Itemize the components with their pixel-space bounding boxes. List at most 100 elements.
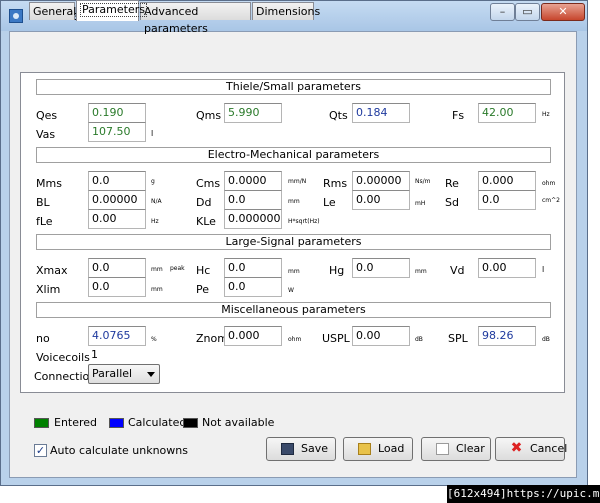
section-miscellaneous: Miscellaneous parameters — [36, 302, 551, 318]
tab-parameters[interactable]: Parameters — [76, 0, 147, 21]
xlim-unit: mm — [151, 286, 163, 293]
pe-label: Pe — [196, 283, 210, 296]
chevron-down-icon — [147, 372, 155, 377]
xmax-unit: mm — [151, 266, 163, 273]
calculated-legend-swatch — [109, 418, 124, 428]
qms-label: Qms — [196, 109, 222, 122]
rms-label: Rms — [323, 177, 348, 190]
xmax-peak-unit: peak — [170, 265, 185, 272]
xlim-label: Xlim — [36, 283, 61, 296]
sd-field[interactable]: 0.0 — [478, 190, 536, 210]
vd-field[interactable]: 0.00 — [478, 258, 536, 278]
mms-field[interactable]: 0.0 — [88, 171, 146, 191]
pe-unit: W — [288, 287, 294, 294]
minimize-button[interactable]: – — [490, 3, 515, 21]
load-button[interactable]: Load — [343, 437, 413, 461]
cms-label: Cms — [196, 177, 221, 190]
cms-unit: mm/N — [288, 178, 307, 185]
vas-label: Vas — [36, 128, 56, 141]
auto-calculate-label[interactable]: Auto calculate unknowns — [50, 444, 188, 457]
tab-dimensions-label: Dimensions — [256, 5, 321, 18]
tab-dimensions[interactable]: Dimensions — [252, 2, 320, 20]
cms-field[interactable]: 0.0000 — [224, 171, 282, 191]
mms-unit: g — [151, 178, 155, 185]
close-button[interactable]: ✕ — [541, 3, 585, 21]
xmax-field[interactable]: 0.0 — [88, 258, 146, 278]
qts-field[interactable]: 0.184 — [352, 103, 410, 123]
hc-unit: mm — [288, 268, 300, 275]
qes-label: Qes — [36, 109, 58, 122]
red-x-icon: ✖ — [510, 440, 523, 456]
hg-label: Hg — [329, 264, 345, 277]
kle-unit: H*sqrt(Hz) — [288, 218, 320, 225]
section-electro-mechanical: Electro-Mechanical parameters — [36, 147, 551, 163]
re-label: Re — [445, 177, 459, 190]
fs-label: Fs — [452, 109, 465, 122]
floppy-disk-icon — [281, 443, 294, 455]
znom-field[interactable]: 0.000 — [224, 326, 282, 346]
cancel-button[interactable]: ✖ Cancel — [495, 437, 567, 461]
uspl-label: USPL — [322, 332, 350, 345]
hc-field[interactable]: 0.0 — [224, 258, 282, 278]
vas-field[interactable]: 107.50 — [88, 122, 146, 142]
dd-field[interactable]: 0.0 — [224, 190, 282, 210]
qms-field[interactable]: 5.990 — [224, 103, 282, 123]
connection-select[interactable]: Parallel — [88, 364, 160, 384]
clear-button-label: Clear — [456, 442, 485, 455]
tab-general-label: General — [33, 5, 77, 18]
dd-unit: mm — [288, 198, 300, 205]
no-label: no — [36, 332, 50, 345]
spl-unit: dB — [542, 336, 550, 343]
hg-field[interactable]: 0.0 — [352, 258, 410, 278]
blank-page-icon — [436, 443, 449, 455]
entered-legend-swatch — [34, 418, 49, 428]
sd-unit: cm^2 — [542, 197, 560, 204]
connection-selected: Parallel — [92, 367, 133, 380]
section-thiele-small: Thiele/Small parameters — [36, 79, 551, 95]
uspl-field[interactable]: 0.00 — [352, 326, 410, 346]
spl-label: SPL — [448, 332, 468, 345]
re-field[interactable]: 0.000 — [478, 171, 536, 191]
save-button-label: Save — [301, 442, 329, 455]
section-large-signal: Large-Signal parameters — [36, 234, 551, 250]
fle-field[interactable]: 0.00 — [88, 209, 146, 229]
sd-label: Sd — [445, 196, 459, 209]
clear-button[interactable]: Clear — [421, 437, 491, 461]
folder-open-icon — [358, 443, 371, 455]
voicecoils-label: Voicecoils — [36, 351, 90, 364]
fs-field[interactable]: 42.00 — [478, 103, 536, 123]
kle-field[interactable]: 0.000000 — [224, 209, 282, 229]
tab-advanced-parameters[interactable]: Advanced parameters — [140, 2, 251, 35]
tab-parameters-label: Parameters — [80, 3, 147, 17]
entered-legend-label: Entered — [54, 416, 98, 429]
qts-label: Qts — [329, 109, 348, 122]
app-icon — [9, 9, 23, 23]
hc-label: Hc — [196, 264, 211, 277]
tab-advanced-label: Advanced parameters — [144, 5, 208, 35]
vas-unit: l — [151, 129, 154, 138]
no-field[interactable]: 4.0765 — [88, 326, 146, 346]
vd-unit: l — [542, 265, 545, 274]
xlim-field[interactable]: 0.0 — [88, 277, 146, 297]
qes-field[interactable]: 0.190 — [88, 103, 146, 123]
kle-label: KLe — [196, 215, 216, 228]
voicecoils-value[interactable]: 1 — [91, 348, 98, 361]
save-button[interactable]: Save — [266, 437, 336, 461]
no-unit: % — [151, 336, 157, 343]
maximize-button[interactable]: ▭ — [515, 3, 540, 21]
vd-label: Vd — [450, 264, 465, 277]
spl-field[interactable]: 98.26 — [478, 326, 536, 346]
connection-label: Connection — [34, 370, 97, 383]
pe-field[interactable]: 0.0 — [224, 277, 282, 297]
le-field[interactable]: 0.00 — [352, 190, 410, 210]
tab-general[interactable]: General — [29, 2, 77, 20]
fle-label: fLe — [36, 215, 53, 228]
bl-field[interactable]: 0.00000 — [88, 190, 146, 210]
xmax-label: Xmax — [36, 264, 68, 277]
re-unit: ohm — [542, 180, 556, 187]
fle-unit: Hz — [151, 218, 159, 225]
rms-field[interactable]: 0.00000 — [352, 171, 410, 191]
auto-calculate-checkbox[interactable]: ✓ — [34, 444, 47, 457]
mms-label: Mms — [36, 177, 62, 190]
not-available-legend-swatch — [183, 418, 198, 428]
